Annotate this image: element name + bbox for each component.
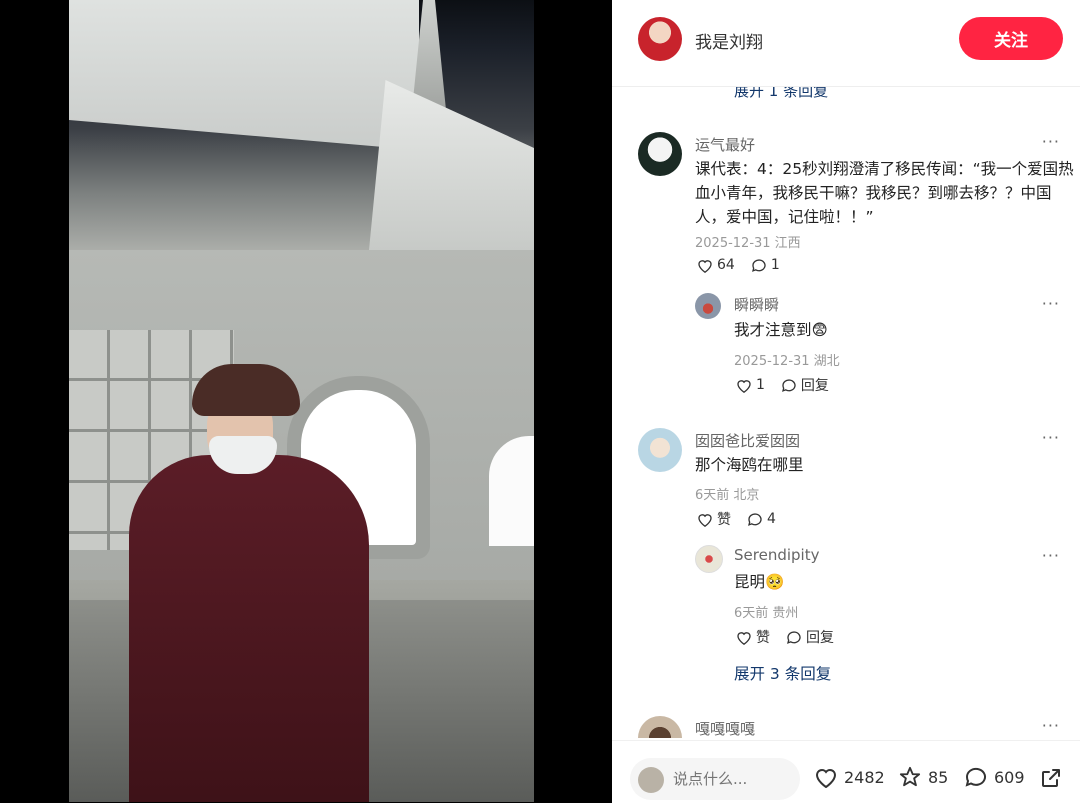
comment-text: 那个海鸥在哪里 <box>695 456 804 474</box>
expand-replies-link[interactable]: 展开 1 条回复 <box>734 86 828 101</box>
reply-text: 昆明🥺 <box>734 570 784 594</box>
panel-header: 我是刘翔 关注 <box>612 0 1080 87</box>
heart-icon <box>737 379 751 393</box>
collect-total: 85 <box>928 767 949 787</box>
reply-action[interactable]: 1 <box>751 257 780 273</box>
like-action[interactable]: 赞 <box>697 509 731 529</box>
reply-action[interactable]: 4 <box>747 511 776 527</box>
share-icon <box>1042 769 1060 787</box>
heart-icon <box>815 769 837 788</box>
comment-bubble-icon <box>751 258 766 272</box>
comment-text-line: 血小青年，我移民干嘛？我移民？到哪去移？？中国 <box>695 184 1052 202</box>
reply-meta: 2025-12-31 湖北 <box>734 354 840 369</box>
reply-action[interactable]: 回复 <box>781 375 829 395</box>
reply-meta: 6天前 贵州 <box>734 606 799 621</box>
temple-roof <box>69 0 419 150</box>
more-options-icon[interactable]: ··· <box>1042 294 1060 313</box>
my-avatar <box>638 767 664 793</box>
like-stat[interactable]: 2482 <box>814 766 885 788</box>
comment-total: 609 <box>994 767 1025 787</box>
follow-button[interactable]: 关注 <box>959 17 1063 60</box>
commenter-name[interactable]: 嘎嘎嘎嘎 <box>695 718 755 738</box>
emoji: 😨 <box>811 321 828 339</box>
collect-stat[interactable]: 85 <box>898 766 948 788</box>
more-options-icon[interactable]: ··· <box>1042 546 1060 565</box>
more-options-icon[interactable]: ··· <box>1042 132 1060 151</box>
comment-text-line: 课代表：4：25秒刘翔澄清了移民传闻：“我一个爱国热 <box>695 160 1074 178</box>
commenter-avatar[interactable] <box>638 428 682 472</box>
expand-replies-link[interactable]: 展开 3 条回复 <box>734 662 831 684</box>
person-coat <box>129 455 369 802</box>
reply-avatar[interactable] <box>695 545 723 573</box>
commenter-name[interactable]: 囡囡爸比爱囡囡 <box>695 430 800 451</box>
like-count: 1 <box>756 377 765 393</box>
reply-label: 回复 <box>800 378 829 394</box>
like-count: 64 <box>717 257 735 273</box>
reply-text-content: 昆明 <box>734 573 766 591</box>
more-options-icon[interactable]: ··· <box>1042 428 1060 447</box>
more-options-icon[interactable]: ··· <box>1042 716 1060 735</box>
like-count: 赞 <box>717 512 731 528</box>
like-count: 赞 <box>756 630 770 646</box>
like-action[interactable]: 1 <box>736 377 765 393</box>
reply-count: 4 <box>767 511 776 527</box>
author-avatar[interactable] <box>638 17 682 61</box>
commenter-avatar[interactable] <box>638 132 682 176</box>
comment-bubble-icon <box>781 378 796 392</box>
comment-meta: 6天前 北京 <box>695 488 760 503</box>
person-hat <box>192 364 300 416</box>
author-name[interactable]: 我是刘翔 <box>695 28 763 53</box>
comment-text: 课代表：4：25秒刘翔澄清了移民传闻：“我一个爱国热 血小青年，我移民干嘛？我移… <box>695 157 1074 229</box>
commenter-avatar[interactable] <box>638 716 682 738</box>
heart-icon <box>737 631 751 645</box>
share-button[interactable] <box>1039 766 1063 790</box>
comment-bubble-icon <box>787 630 801 644</box>
heart-icon <box>698 513 712 527</box>
comment-text-line: 人，爱中国，记住啦！！” <box>695 208 874 226</box>
comment-actions: 赞 4 <box>697 509 776 529</box>
reply-user-name[interactable]: 瞬瞬瞬 <box>734 294 779 315</box>
comment-bubble-icon <box>748 512 762 526</box>
reply-actions: 1 回复 <box>736 375 829 395</box>
star-icon <box>899 766 921 787</box>
reply-label: 回复 <box>806 630 834 646</box>
comment-meta: 2025-12-31 江西 <box>695 236 801 251</box>
comment-input[interactable] <box>671 769 795 789</box>
commenter-name[interactable]: 运气最好 <box>695 134 755 155</box>
comment-panel: 我是刘翔 关注 展开 1 条回复 运气最好 ··· 课代表：4：25秒刘翔澄清了… <box>612 0 1080 803</box>
heart-icon <box>698 259 712 273</box>
bottom-bar: 2482 85 609 <box>612 740 1080 803</box>
reply-actions: 赞 回复 <box>736 627 834 647</box>
comment-list[interactable]: 展开 1 条回复 运气最好 ··· 课代表：4：25秒刘翔澄清了移民传闻：“我一… <box>612 86 1080 738</box>
comment-input-box[interactable] <box>630 758 800 800</box>
comment-actions: 64 1 <box>697 257 780 273</box>
comment-bubble-icon <box>965 767 986 787</box>
reply-count: 1 <box>770 257 780 273</box>
video-frame[interactable] <box>69 0 534 802</box>
video-pane[interactable] <box>0 0 612 802</box>
reply-avatar[interactable] <box>695 293 721 319</box>
temple-tier <box>369 80 534 250</box>
reply-text: 我才注意到😨 <box>734 318 828 342</box>
like-action[interactable]: 64 <box>697 257 735 273</box>
like-action[interactable]: 赞 <box>736 627 770 647</box>
reply-action[interactable]: 回复 <box>786 627 834 647</box>
reply-text-content: 我才注意到 <box>734 321 812 339</box>
reply-user-name[interactable]: Serendipity <box>734 546 819 564</box>
comment-stat[interactable]: 609 <box>964 766 1025 788</box>
temple-window-right <box>489 436 534 546</box>
like-total: 2482 <box>844 767 885 787</box>
emoji: 🥺 <box>765 573 785 591</box>
